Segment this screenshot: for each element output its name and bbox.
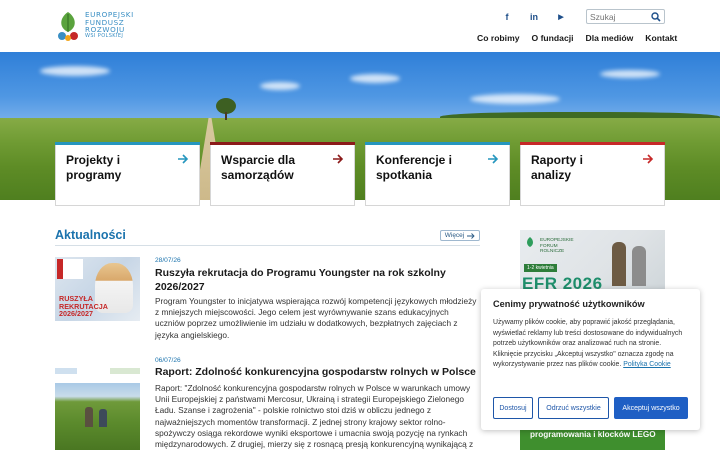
news-image[interactable]: RUSZYŁA REKRUTACJA 2026/2027 <box>55 257 140 321</box>
main-nav: Co robimy O fundacji Dla mediów Kontakt <box>465 33 677 43</box>
divider <box>55 245 480 246</box>
card-title: Wsparcie dla samorządów <box>221 153 296 182</box>
person-graphic <box>612 242 626 286</box>
youtube-icon[interactable]: ▶ <box>554 10 568 24</box>
card-projekty[interactable]: Projekty i programy <box>55 142 200 206</box>
reject-all-button[interactable]: Odrzuć wszystkie <box>538 397 609 419</box>
arrow-right-icon <box>488 154 499 164</box>
linkedin-icon[interactable]: in <box>527 10 541 24</box>
promo-badge: EUROPEJSKIE FORUM ROLNICZE <box>540 238 574 255</box>
search-input[interactable] <box>587 10 647 23</box>
field-photo <box>55 383 140 450</box>
more-news-button[interactable]: Więcej <box>440 230 480 241</box>
forum-logo-icon <box>527 237 533 247</box>
card-accent-bar <box>520 142 665 145</box>
search-box <box>586 9 665 24</box>
logo-block <box>110 368 140 374</box>
card-konferencje[interactable]: Konferencje i spotkania <box>365 142 510 206</box>
cloud <box>470 94 560 104</box>
news-body: Raport: "Zdolność konkurencyjna gospodar… <box>155 383 474 450</box>
news-heading: Aktualności <box>55 228 126 242</box>
facebook-icon[interactable]: f <box>500 10 514 24</box>
flag-graphic <box>57 259 83 279</box>
logo-line: WSI POLSKIEJ <box>85 33 124 40</box>
news-date: 28/07/26 <box>155 257 181 264</box>
customize-button[interactable]: Dostosuj <box>493 397 533 419</box>
cookie-consent-dialog: Cenimy prywatność użytkowników Używamy p… <box>481 289 700 430</box>
card-title: Raporty i analizy <box>531 153 584 182</box>
logo[interactable]: EUROPEJSKI FUNDUSZ ROZWOJU WSI POLSKIEJ <box>55 8 145 44</box>
news-image[interactable] <box>55 357 140 450</box>
cookie-policy-link[interactable]: Polityka Cookie <box>623 361 671 368</box>
card-accent-bar <box>210 142 355 145</box>
card-accent-bar <box>365 142 510 145</box>
more-label: Więcej <box>444 232 465 239</box>
search-icon[interactable] <box>651 12 661 22</box>
promo-badge-line: EUROPEJSKIE <box>540 238 574 243</box>
image-caption: RUSZYŁA REKRUTACJA 2026/2027 <box>59 294 108 319</box>
card-title: Projekty i programy <box>66 153 122 182</box>
cloud <box>260 82 300 90</box>
cloud <box>350 74 400 83</box>
person-graphic <box>99 409 107 427</box>
arrow-right-icon <box>333 154 344 164</box>
accept-all-button[interactable]: Akceptuj wszystko <box>614 397 688 419</box>
logo-line: ROZWOJU <box>85 25 125 34</box>
tree-trunk <box>225 112 227 120</box>
nav-dla-mediow[interactable]: Dla mediów <box>586 33 634 43</box>
card-accent-bar <box>55 142 200 145</box>
news-body: Program Youngster to inicjatywa wspieraj… <box>155 296 477 340</box>
card-wsparcie[interactable]: Wsparcie dla samorządów <box>210 142 355 206</box>
card-raporty[interactable]: Raporty i analizy <box>520 142 665 206</box>
nav-kontakt[interactable]: Kontakt <box>645 33 677 43</box>
promo-date: 1-2 kwietnia <box>524 264 557 272</box>
cloud <box>600 70 660 78</box>
site-header: EUROPEJSKI FUNDUSZ ROZWOJU WSI POLSKIEJ … <box>0 0 720 52</box>
card-title: Konferencje i spotkania <box>376 153 453 182</box>
forum-promo-banner[interactable]: EUROPEJSKIE FORUM ROLNICZE 1-2 kwietnia … <box>520 230 665 292</box>
person-graphic <box>85 407 93 427</box>
nav-co-robimy[interactable]: Co robimy <box>477 33 520 43</box>
arrow-right-icon <box>467 232 475 239</box>
cookie-title: Cenimy prywatność użytkowników <box>493 299 645 309</box>
promo-badge-line: ROLNICZE <box>540 249 565 254</box>
cookie-text: Używamy plików cookie, aby poprawić jako… <box>493 318 689 371</box>
arrow-right-icon <box>178 154 189 164</box>
logo-block <box>55 368 77 374</box>
news-date: 06/07/26 <box>155 357 181 364</box>
cloud <box>40 66 110 76</box>
person-graphic <box>632 246 646 286</box>
leaf-logo-icon <box>58 12 78 41</box>
arrow-right-icon <box>643 154 654 164</box>
nav-o-fundacji[interactable]: O fundacji <box>532 33 574 43</box>
news-title[interactable]: Ruszyła rekrutacja do Programu Youngster… <box>155 266 480 294</box>
logo-text: EUROPEJSKI FUNDUSZ ROZWOJU WSI POLSKIEJ <box>85 11 134 41</box>
logos-strip <box>55 365 140 377</box>
news-title[interactable]: Raport: Zdolność konkurencyjna gospodars… <box>155 365 480 379</box>
